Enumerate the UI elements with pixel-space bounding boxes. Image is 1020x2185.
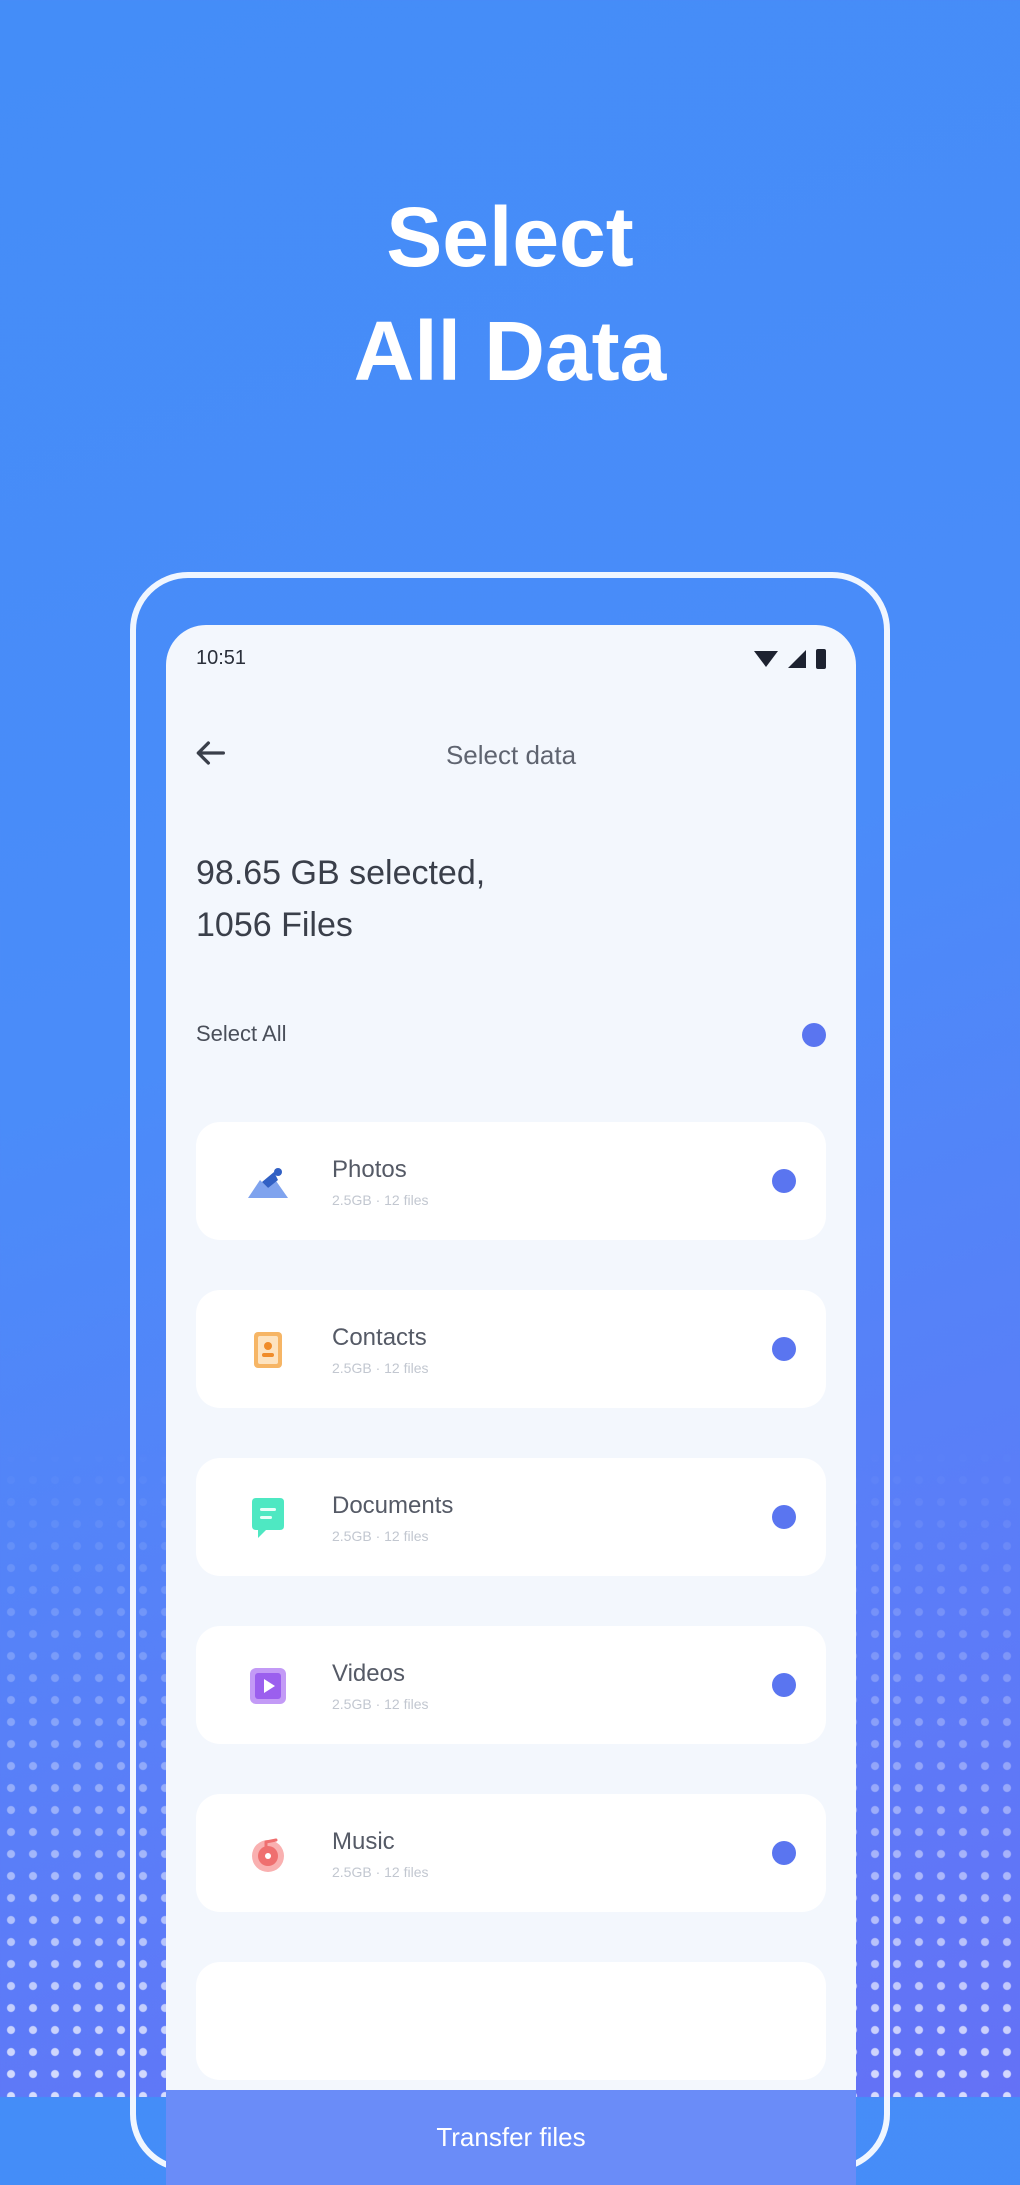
category-label: Photos: [332, 1156, 407, 1183]
selected-size: 98.65 GB selected,: [196, 854, 486, 892]
hero-title-line-1: Select: [386, 190, 634, 284]
select-all-label: Select All: [196, 1021, 287, 1046]
category-label: Videos: [332, 1660, 405, 1687]
transfer-files-button[interactable]: Transfer files: [166, 2090, 856, 2185]
documents-icon: [252, 1498, 284, 1538]
category-radio[interactable]: [772, 1673, 796, 1697]
category-size: 2.5GB · 12 files: [332, 1192, 429, 1208]
category-card-documents[interactable]: Documents 2.5GB · 12 files: [196, 1458, 826, 1576]
category-card-videos[interactable]: Videos 2.5GB · 12 files: [196, 1626, 826, 1744]
contacts-icon: [254, 1332, 282, 1368]
category-radio[interactable]: [772, 1841, 796, 1865]
category-card-photos[interactable]: Photos 2.5GB · 12 files: [196, 1122, 826, 1240]
hero-title-line-2: All Data: [353, 304, 667, 398]
status-time: 10:51: [196, 647, 247, 669]
hero-title: Select All Data: [0, 180, 1020, 408]
select-all-radio[interactable]: [802, 1023, 826, 1047]
selected-count: 1056 Files: [196, 906, 353, 944]
category-radio[interactable]: [772, 1169, 796, 1193]
phone-screen: 10:51 Select data 98.65 GB selected, 105…: [166, 625, 856, 2185]
signal-icon: [788, 650, 806, 668]
selection-summary: 98.65 GB selected, 1056 Files: [196, 847, 485, 951]
music-icon: [252, 1838, 284, 1872]
category-label: Documents: [332, 1492, 454, 1519]
photos-icon: [248, 1168, 288, 1198]
category-label: Contacts: [332, 1324, 427, 1351]
category-card-contacts[interactable]: Contacts 2.5GB · 12 files: [196, 1290, 826, 1408]
category-card-partial[interactable]: [196, 1962, 826, 2080]
category-radio[interactable]: [772, 1505, 796, 1529]
category-size: 2.5GB · 12 files: [332, 1864, 429, 1880]
status-bar: 10:51: [196, 647, 826, 675]
battery-icon: [816, 649, 826, 669]
videos-icon: [250, 1668, 286, 1704]
status-icons: [754, 649, 826, 669]
screen-title: Select data: [445, 740, 577, 770]
select-all-row[interactable]: Select All: [196, 1015, 826, 1055]
category-size: 2.5GB · 12 files: [332, 1360, 429, 1376]
category-radio[interactable]: [772, 1337, 796, 1361]
category-label: Music: [332, 1828, 395, 1855]
wifi-icon: [754, 651, 778, 667]
category-card-music[interactable]: Music 2.5GB · 12 files: [196, 1794, 826, 1912]
category-size: 2.5GB · 12 files: [332, 1528, 429, 1544]
category-size: 2.5GB · 12 files: [332, 1696, 429, 1712]
top-bar: Select data: [166, 725, 856, 785]
